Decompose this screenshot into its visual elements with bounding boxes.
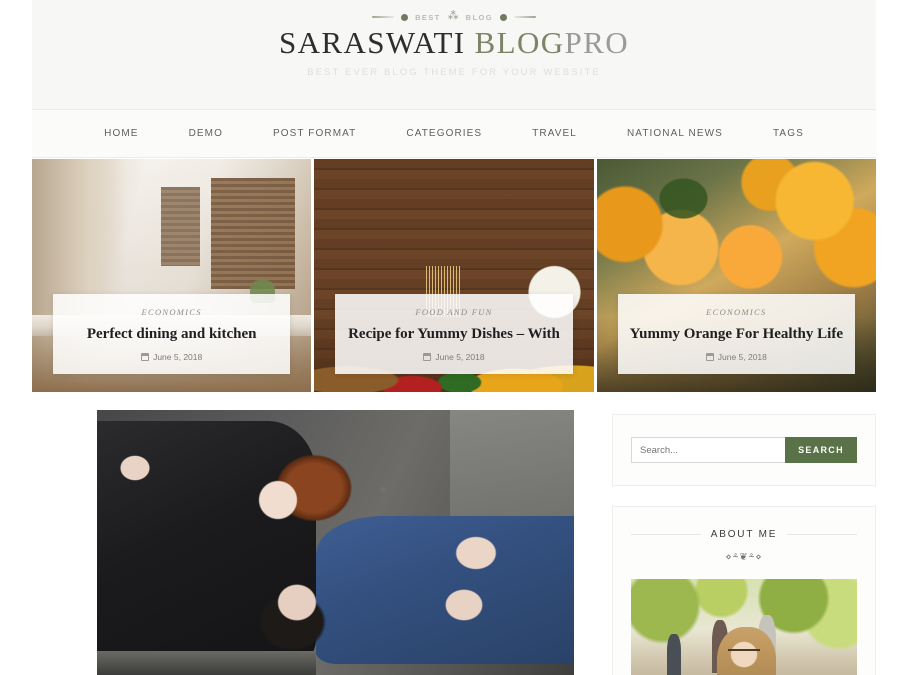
kitchen-blind-right — [210, 177, 295, 290]
nav-item-demo[interactable]: DEMO — [164, 128, 248, 139]
logo-word-saraswati: SARASWATI — [278, 25, 466, 60]
site-tagline: BEST EVER BLOG THEME FOR YOUR WEBSITE — [307, 66, 601, 78]
photo-hand-right-upper — [449, 531, 503, 575]
search-widget: SEARCH — [612, 414, 876, 486]
header-rule-left — [631, 534, 701, 535]
about-me-title: ABOUT ME — [710, 529, 778, 540]
featured-date-2: June 5, 2018 — [343, 352, 564, 362]
header-rule-right — [787, 534, 858, 535]
post-featured-image[interactable] — [97, 410, 574, 675]
nav-item-tags[interactable]: TAGS — [748, 128, 829, 139]
photo-hand-right-lower — [440, 584, 489, 625]
featured-caption-1: ECONOMICS Perfect dining and kitchen Jun… — [52, 294, 291, 375]
featured-date-text-1: June 5, 2018 — [153, 352, 203, 363]
photo-hand-upper-left — [116, 452, 155, 485]
search-input[interactable] — [631, 437, 785, 463]
featured-date-1: June 5, 2018 — [61, 352, 282, 362]
nav-item-categories[interactable]: CATEGORIES — [381, 128, 507, 139]
about-me-widget: ABOUT ME ⋄⸛❦⸛⋄ — [612, 506, 876, 675]
featured-title-1[interactable]: Perfect dining and kitchen — [61, 325, 282, 343]
about-photo-woman-face — [728, 639, 760, 671]
about-me-photo — [631, 579, 857, 675]
nav-item-travel[interactable]: TRAVEL — [507, 128, 602, 139]
featured-title-3[interactable]: Yummy Orange For Healthy Life — [626, 325, 847, 343]
about-photo-passerby-1 — [667, 634, 681, 675]
primary-navigation: HOME DEMO POST FORMAT CATEGORIES TRAVEL … — [32, 110, 876, 158]
about-me-ornament: ⋄⸛❦⸛⋄ — [725, 552, 763, 563]
search-button[interactable]: SEARCH — [785, 437, 857, 463]
featured-card-2[interactable]: FOOD AND FUN Recipe for Yummy Dishes – W… — [314, 159, 594, 392]
post-column — [32, 396, 612, 675]
about-me-header: ABOUT ME — [631, 529, 858, 540]
logo-word-pro: PRO — [564, 25, 630, 60]
site-header: BEST ⁂ BLOG SARASWATI BLOGPRO BEST EVER B… — [32, 0, 876, 110]
calendar-icon — [141, 353, 150, 362]
featured-date-text-2: June 5, 2018 — [435, 352, 485, 363]
calendar-icon — [705, 353, 714, 362]
main-content-area: SEARCH ABOUT ME ⋄⸛❦⸛⋄ — [32, 396, 876, 675]
featured-category-3[interactable]: ECONOMICS — [626, 307, 847, 317]
ornament-dot-right — [499, 13, 507, 21]
featured-title-2[interactable]: Recipe for Yummy Dishes – With — [343, 325, 564, 343]
ornament-word-right: BLOG — [465, 12, 493, 22]
photo-man-face — [273, 579, 322, 625]
photo-curb — [97, 651, 317, 675]
header-ornament: BEST ⁂ BLOG — [32, 0, 876, 22]
ornament-dot-left — [401, 13, 409, 21]
featured-card-1[interactable]: ECONOMICS Perfect dining and kitchen Jun… — [32, 159, 312, 392]
site-logo[interactable]: SARASWATI BLOGPRO — [32, 25, 876, 61]
orange-leaves — [646, 168, 720, 229]
ornament-dash-left — [372, 16, 395, 18]
nav-item-home[interactable]: HOME — [79, 128, 163, 139]
featured-category-2[interactable]: FOOD AND FUN — [343, 307, 564, 317]
featured-caption-2: FOOD AND FUN Recipe for Yummy Dishes – W… — [335, 294, 573, 375]
nav-item-national-news[interactable]: NATIONAL NEWS — [602, 128, 748, 139]
kitchen-blind-mid — [160, 186, 200, 267]
search-form: SEARCH — [631, 437, 857, 463]
page-root: BEST ⁂ BLOG SARASWATI BLOGPRO BEST EVER B… — [0, 0, 900, 675]
featured-card-3[interactable]: ECONOMICS Yummy Orange For Healthy Life … — [596, 159, 876, 392]
featured-posts-row: ECONOMICS Perfect dining and kitchen Jun… — [32, 159, 876, 392]
featured-date-3: June 5, 2018 — [626, 352, 847, 362]
photo-woman-face — [254, 476, 303, 524]
nav-item-post-format[interactable]: POST FORMAT — [248, 128, 381, 139]
glasses-icon — [728, 648, 760, 653]
ornament-word-left: BEST — [415, 12, 441, 22]
calendar-icon — [423, 353, 432, 362]
featured-category-1[interactable]: ECONOMICS — [61, 307, 282, 317]
fleur-de-lis-icon: ⁂ — [447, 9, 459, 22]
sidebar: SEARCH ABOUT ME ⋄⸛❦⸛⋄ — [612, 396, 876, 675]
ornament-dash-right — [513, 16, 536, 18]
featured-date-text-3: June 5, 2018 — [717, 352, 767, 363]
logo-word-blog: BLOG — [474, 25, 565, 60]
featured-caption-3: ECONOMICS Yummy Orange For Healthy Life … — [617, 294, 856, 375]
